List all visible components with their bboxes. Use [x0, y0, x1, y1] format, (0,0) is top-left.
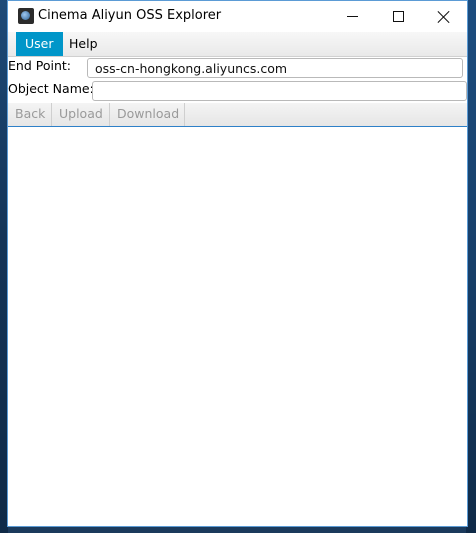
- menu-user[interactable]: User: [16, 32, 63, 56]
- app-icon: [18, 8, 34, 24]
- endpoint-label: End Point:: [8, 58, 71, 73]
- endpoint-row: End Point:: [8, 57, 467, 80]
- close-button[interactable]: [421, 1, 467, 32]
- menu-help[interactable]: Help: [60, 32, 107, 56]
- app-window: Cinema Aliyun OSS Explorer User Help End…: [7, 0, 468, 527]
- download-button[interactable]: Download: [110, 103, 185, 126]
- back-button[interactable]: Back: [8, 103, 52, 126]
- upload-button[interactable]: Upload: [52, 103, 110, 126]
- minimize-button[interactable]: [329, 1, 375, 32]
- toolbar: Back Upload Download: [8, 103, 467, 127]
- menu-bar: User Help: [8, 32, 467, 57]
- object-name-row: Object Name:: [8, 80, 467, 103]
- maximize-icon: [392, 11, 404, 22]
- object-name-input[interactable]: [92, 81, 467, 101]
- window-title: Cinema Aliyun OSS Explorer: [38, 8, 222, 23]
- object-name-label: Object Name:: [8, 81, 94, 96]
- endpoint-input[interactable]: [87, 58, 463, 78]
- close-icon: [438, 11, 450, 23]
- file-list-area[interactable]: [8, 126, 467, 526]
- title-bar[interactable]: Cinema Aliyun OSS Explorer: [8, 1, 467, 32]
- maximize-button[interactable]: [375, 1, 421, 32]
- minimize-icon: [346, 16, 358, 17]
